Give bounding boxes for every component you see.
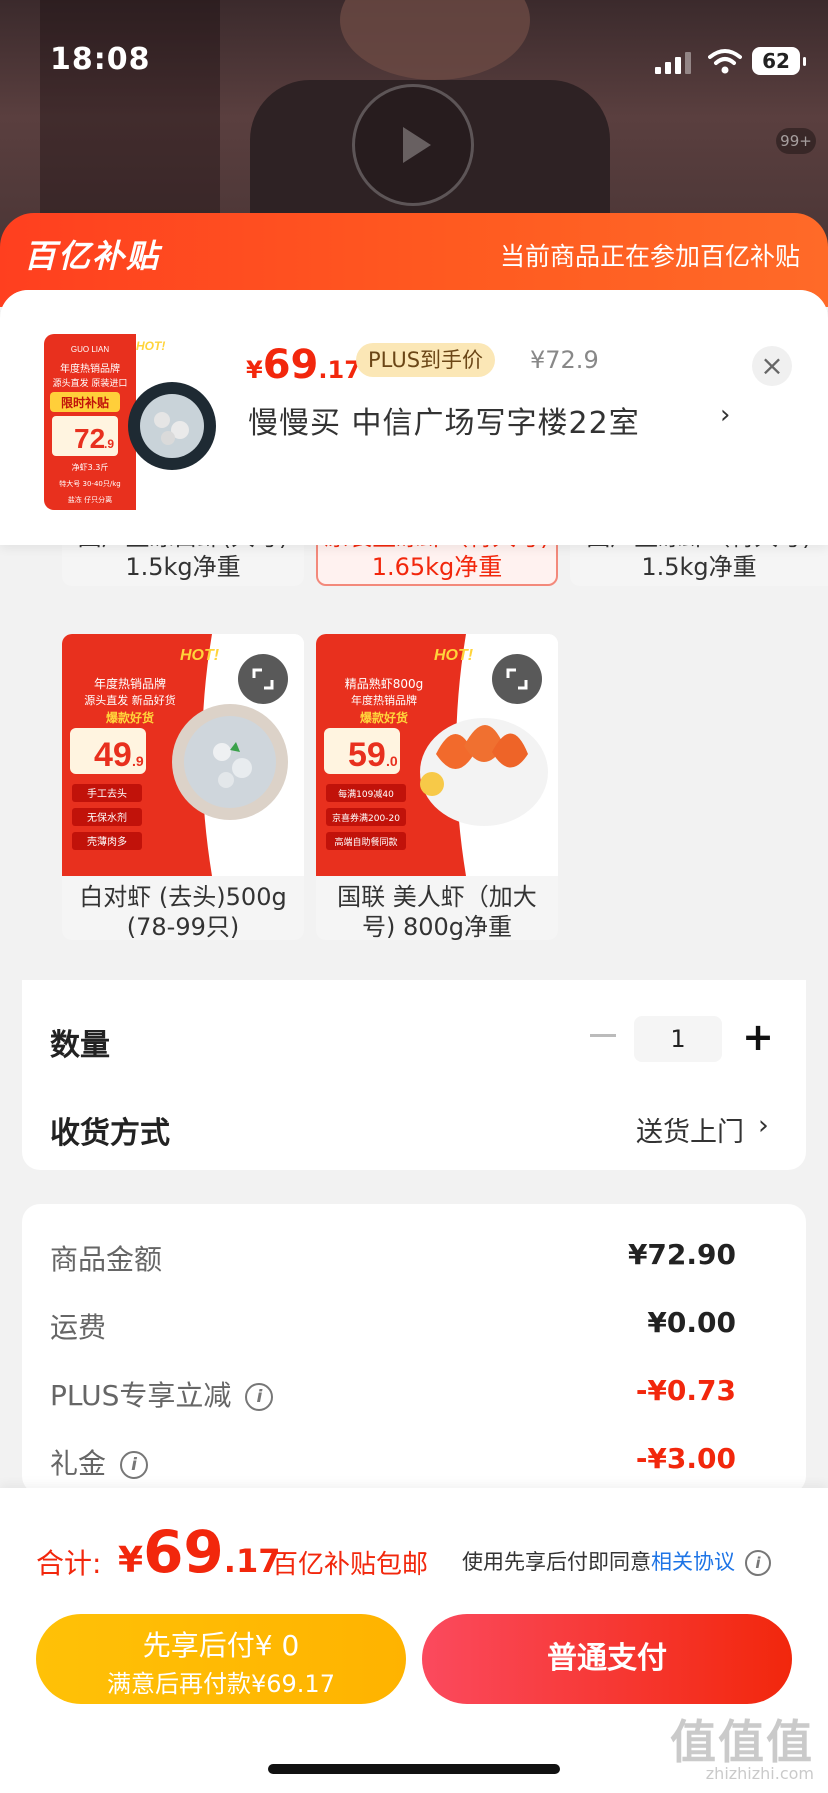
wifi-icon	[708, 49, 742, 74]
fee-label: 运费	[50, 1311, 107, 1344]
total-label: 合计:	[36, 1547, 102, 1580]
expand-image-button[interactable]	[238, 654, 288, 704]
svg-text:年度热销品牌: 年度热销品牌	[94, 676, 166, 691]
home-indicator[interactable]	[268, 1764, 560, 1774]
svg-text:手工去头: 手工去头	[87, 787, 127, 800]
checkout-screen: 99+ 18:08 62 百亿补贴 当前商品正在参加百亿补贴 GUO LIAN	[0, 0, 828, 1793]
fee-value: ¥72.90	[627, 1238, 736, 1271]
pay-later-button[interactable]: 先享后付¥ 0 满意后再付款¥69.17	[36, 1614, 406, 1704]
svg-text:壳薄肉多: 壳薄肉多	[87, 835, 127, 848]
svg-text:.9: .9	[104, 437, 114, 451]
svg-text:特大号 30-40只/kg: 特大号 30-40只/kg	[59, 479, 120, 488]
svg-text:京喜券满200-20: 京喜券满200-20	[332, 812, 400, 824]
quantity-increase-button[interactable]: +	[738, 1012, 778, 1062]
fee-row-plus: PLUS专享立减 i	[50, 1374, 274, 1414]
svg-text:净虾3.3斤: 净虾3.3斤	[72, 462, 109, 472]
checkout-footer: 合计: ¥69.17 百亿补贴包邮 使用先享后付即同意相关协议 i 先享后付¥ 0…	[0, 1488, 828, 1793]
svg-text:72: 72	[74, 423, 105, 454]
status-bar: 18:08 62	[0, 0, 828, 110]
chevron-right-icon: ›	[758, 1110, 769, 1141]
product-image: GUO LIAN HOT! 年度热销品牌 源头直发 原装进口 限时补贴 72 .…	[44, 334, 220, 510]
fee-value: -¥3.00	[635, 1442, 736, 1475]
option-label: 白对虾 (去头)500g (78-99只)	[79, 883, 287, 940]
svg-text:高端自助餐同款: 高端自助餐同款	[334, 836, 397, 848]
watermark-logo: 值值值	[670, 1715, 814, 1769]
svg-text:HOT!: HOT!	[136, 339, 165, 353]
svg-text:GUO LIAN: GUO LIAN	[71, 345, 109, 354]
svg-text:盐冻 仔只分离: 盐冻 仔只分离	[68, 495, 112, 504]
subsidy-logo: 百亿补贴	[24, 237, 161, 275]
svg-text:.9: .9	[132, 753, 144, 769]
fee-label: 商品金额	[50, 1243, 163, 1276]
expand-icon	[506, 668, 528, 690]
fee-value: ¥0.00	[647, 1306, 736, 1339]
fee-label: 礼金	[50, 1447, 107, 1480]
svg-text:爆款好货: 爆款好货	[106, 710, 154, 725]
svg-text:爆款好货: 爆款好货	[360, 710, 408, 725]
svg-text:每满109减40: 每满109减40	[338, 788, 394, 800]
svg-text:源头直发 新品好货: 源头直发 新品好货	[84, 693, 176, 707]
pay-later-title: 先享后付¥ 0	[142, 1629, 300, 1662]
product-thumbnail[interactable]: GUO LIAN HOT! 年度热销品牌 源头直发 原装进口 限时补贴 72 .…	[44, 334, 220, 510]
close-button[interactable]: ×	[752, 346, 792, 386]
original-price: ¥72.9	[530, 346, 599, 374]
fee-label: PLUS专享立减	[50, 1379, 232, 1412]
svg-text:HOT!: HOT!	[434, 647, 474, 664]
product-header: GUO LIAN HOT! 年度热销品牌 源头直发 原装进口 限时补贴 72 .…	[0, 290, 828, 545]
normal-pay-button[interactable]: 普通支付	[422, 1614, 792, 1704]
quantity-decrease-button[interactable]	[590, 1034, 616, 1037]
signal-icon	[655, 52, 691, 74]
quantity-label: 数量	[50, 1028, 110, 1063]
info-icon[interactable]: i	[245, 1383, 274, 1411]
pay-later-subtitle: 满意后再付款¥69.17	[107, 1670, 335, 1698]
chevron-right-icon: ›	[720, 400, 731, 430]
delivery-method-label: 收货方式	[50, 1116, 170, 1151]
svg-text:限时补贴: 限时补贴	[61, 395, 109, 410]
svg-text:年度热销品牌: 年度热销品牌	[60, 362, 120, 375]
fee-row-gift: 礼金 i	[50, 1442, 149, 1482]
expand-icon	[252, 668, 274, 690]
delivery-method-value[interactable]: 送货上门	[636, 1110, 744, 1149]
quantity-input[interactable]: 1	[634, 1016, 722, 1062]
agreement-text: 使用先享后付即同意相关协议 i	[462, 1546, 771, 1576]
plus-price-tag: PLUS到手价	[356, 343, 496, 377]
svg-text:HOT!: HOT!	[180, 647, 220, 664]
svg-text:源头直发 原装进口: 源头直发 原装进口	[53, 377, 128, 389]
current-price: ¥69.17	[246, 342, 361, 388]
svg-text:.0: .0	[386, 753, 398, 769]
delivery-address[interactable]: 慢慢买 中信广场写字楼22室	[248, 398, 640, 442]
free-shipping-note: 百亿补贴包邮	[272, 1550, 429, 1580]
info-icon[interactable]: i	[120, 1451, 149, 1479]
agreement-link[interactable]: 相关协议	[651, 1550, 735, 1574]
subsidy-notice: 当前商品正在参加百亿补贴	[499, 242, 800, 271]
info-icon[interactable]: i	[745, 1550, 771, 1576]
svg-text:59: 59	[348, 736, 386, 774]
svg-text:无保水剂: 无保水剂	[87, 811, 127, 824]
watermark-url: zhizhizhi.com	[705, 1764, 814, 1783]
svg-text:精品熟虾800g: 精品熟虾800g	[345, 676, 424, 691]
status-time: 18:08	[50, 42, 151, 77]
play-icon	[403, 127, 431, 163]
option-label: 国联 美人虾（加大号) 800g净重	[337, 883, 537, 940]
battery-icon: 62	[752, 47, 806, 75]
total-price: ¥69.17	[118, 1518, 281, 1586]
expand-image-button[interactable]	[492, 654, 542, 704]
svg-text:49: 49	[94, 736, 132, 774]
fee-value: -¥0.73	[635, 1374, 736, 1407]
svg-text:年度热销品牌: 年度热销品牌	[351, 693, 417, 707]
message-count-badge: 99+	[776, 128, 816, 154]
